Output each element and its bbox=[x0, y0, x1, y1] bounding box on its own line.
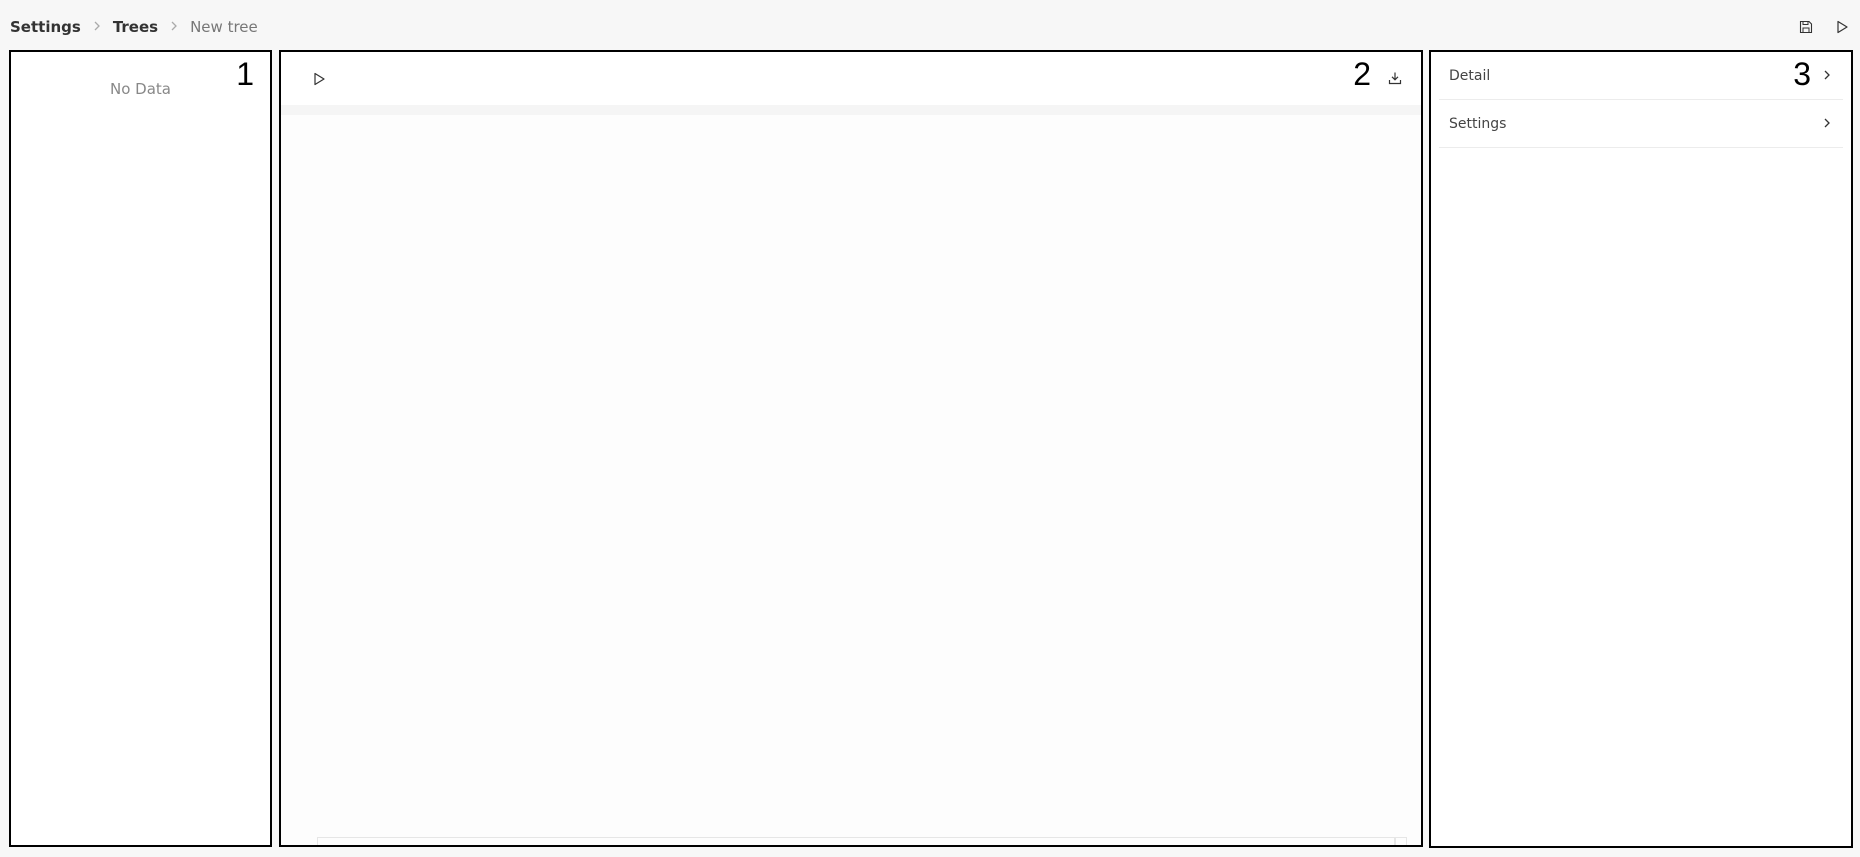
chevron-right-icon bbox=[1821, 66, 1833, 85]
breadcrumb: Settings Trees New tree bbox=[10, 18, 258, 36]
chevron-right-icon bbox=[93, 20, 101, 35]
chevron-right-icon bbox=[170, 20, 178, 35]
tree-list-panel: 1 No Data bbox=[9, 50, 272, 847]
menu-item-label: Settings bbox=[1449, 115, 1507, 132]
properties-panel: Detail Settings 3 bbox=[1429, 50, 1853, 848]
top-bar: Settings Trees New tree bbox=[0, 0, 1860, 50]
top-actions bbox=[1796, 17, 1852, 37]
breadcrumb-settings[interactable]: Settings bbox=[10, 18, 81, 36]
scrollbar-corner bbox=[1395, 837, 1407, 845]
empty-state-text: No Data bbox=[110, 80, 171, 98]
menu-item-label: Detail bbox=[1449, 67, 1491, 84]
download-icon[interactable] bbox=[1385, 68, 1405, 88]
breadcrumb-current: New tree bbox=[190, 18, 258, 36]
menu-item-settings[interactable]: Settings bbox=[1439, 100, 1843, 148]
menu-item-detail[interactable]: Detail bbox=[1439, 52, 1843, 100]
chevron-right-icon bbox=[1821, 114, 1833, 133]
play-icon[interactable] bbox=[309, 69, 329, 89]
tree-canvas-panel: 2 bbox=[279, 50, 1423, 847]
save-icon[interactable] bbox=[1796, 17, 1816, 37]
properties-menu: Detail Settings bbox=[1439, 52, 1843, 148]
breadcrumb-trees[interactable]: Trees bbox=[113, 18, 158, 36]
panel-number: 3 bbox=[1793, 56, 1811, 92]
horizontal-scrollbar[interactable] bbox=[317, 837, 1395, 845]
canvas-toolbar bbox=[281, 52, 1421, 105]
canvas-divider bbox=[281, 105, 1421, 115]
panel-number: 2 bbox=[1353, 56, 1371, 92]
play-icon[interactable] bbox=[1832, 17, 1852, 37]
